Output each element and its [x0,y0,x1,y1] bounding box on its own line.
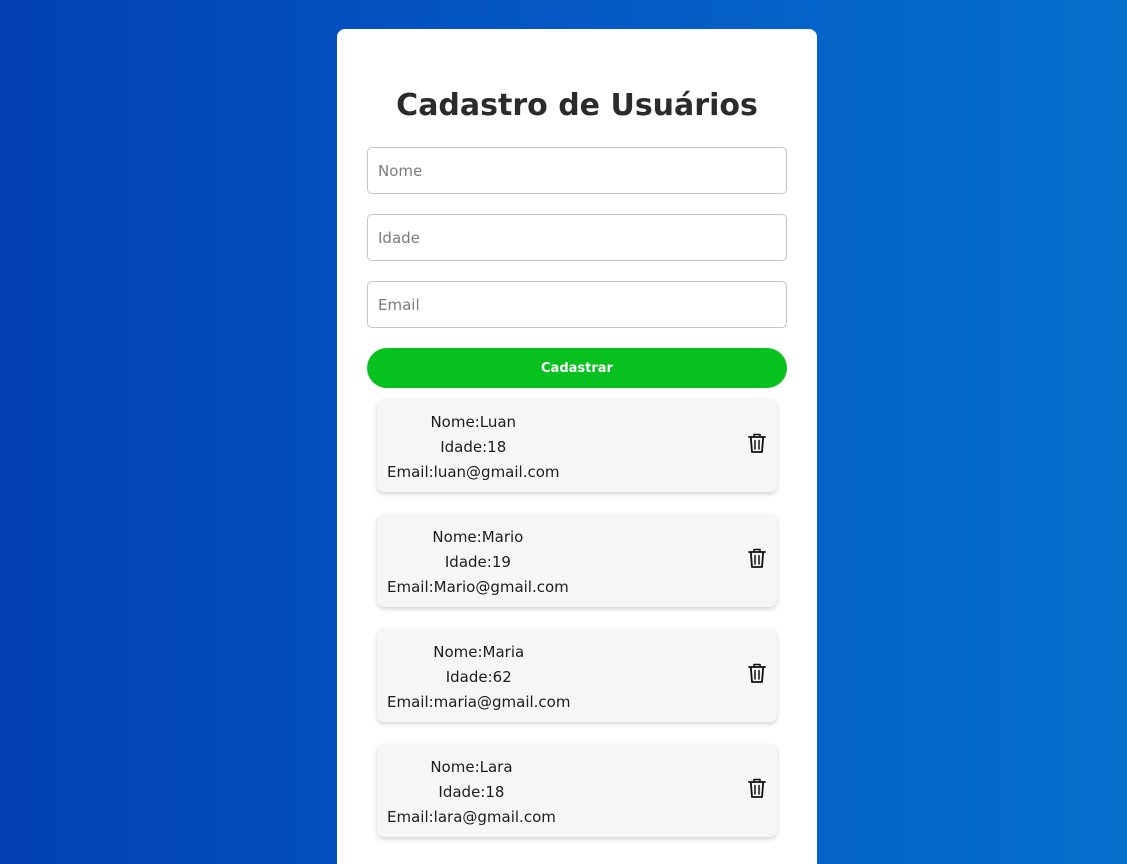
user-info: Nome:Maria Idade:62 Email:maria@gmail.co… [387,640,570,715]
page-title: Cadastro de Usuários [396,88,758,123]
trash-icon[interactable] [747,547,767,569]
registration-card: Cadastro de Usuários Cadastrar Nome:Luan… [337,29,817,864]
user-email: Email:Mario@gmail.com [387,578,569,596]
age-input[interactable] [367,214,787,261]
user-info: Nome:Mario Idade:19 Email:Mario@gmail.co… [387,525,569,600]
user-card: Nome:Mario Idade:19 Email:Mario@gmail.co… [377,514,777,607]
user-name: Nome:Maria [433,643,525,661]
trash-icon[interactable] [747,432,767,454]
name-input[interactable] [367,147,787,194]
user-email: Email:luan@gmail.com [387,463,560,481]
user-card: Nome:Lara Idade:18 Email:lara@gmail.com [377,744,777,837]
user-age: Idade:62 [445,668,512,686]
user-age: Idade:18 [440,438,507,456]
trash-icon[interactable] [747,777,767,799]
user-info: Nome:Lara Idade:18 Email:lara@gmail.com [387,755,556,830]
user-name: Nome:Mario [432,528,524,546]
trash-icon[interactable] [747,662,767,684]
user-email: Email:maria@gmail.com [387,693,571,711]
user-name: Nome:Luan [430,413,517,431]
user-card: Nome:Maria Idade:62 Email:maria@gmail.co… [377,629,777,722]
user-age: Idade:19 [444,553,511,571]
email-input[interactable] [367,281,787,328]
user-card: Nome:Luan Idade:18 Email:luan@gmail.com [377,399,777,492]
register-button[interactable]: Cadastrar [367,348,787,388]
user-info: Nome:Luan Idade:18 Email:luan@gmail.com [387,410,560,485]
user-age: Idade:18 [438,783,505,801]
user-name: Nome:Lara [430,758,513,776]
user-email: Email:lara@gmail.com [387,808,556,826]
